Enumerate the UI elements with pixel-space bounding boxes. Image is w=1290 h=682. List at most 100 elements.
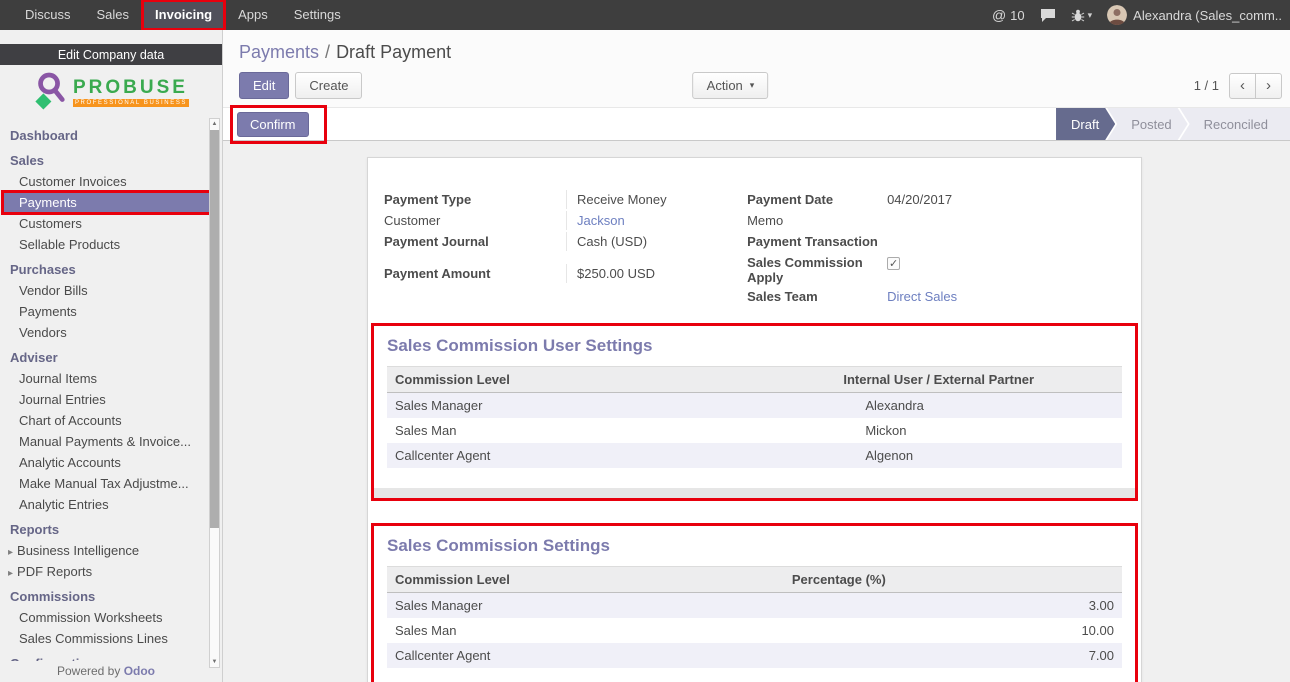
sidebar-item-customer-invoices[interactable]: Customer Invoices [0,171,222,192]
section-title-user-settings: Sales Commission User Settings [387,336,1122,356]
sidebar-item-payments[interactable]: Payments [3,192,210,213]
cell-user: Alexandra [835,393,1122,419]
sidebar-item-analytic-entries[interactable]: Analytic Entries [0,494,222,515]
sidebar-item-purchase-payments[interactable]: Payments [0,301,222,322]
logo-text: PROBUSE PROFESSIONAL BUSINESS [73,78,189,107]
powered-by: Powered by Odoo [0,661,212,682]
table-row-callcenter-agent[interactable]: Callcenter Agent Algenon [387,443,1122,468]
sidebar-item-business-intelligence[interactable]: ▸Business Intelligence [0,540,222,561]
section-title-commission-settings: Sales Commission Settings [387,536,1122,556]
table-row-sales-manager[interactable]: Sales Manager Alexandra [387,393,1122,419]
payment-journal-value: Cash (USD) [566,232,729,251]
powered-by-text: Powered by [57,664,120,678]
payment-date-value: 04/20/2017 [887,190,1125,209]
mention-icon: @ [992,7,1006,23]
user-menu[interactable]: Alexandra (Sales_comm.. [1107,5,1282,25]
cell-percentage: 7.00 [784,643,1122,668]
table-row-sales-manager[interactable]: Sales Manager 3.00 [387,593,1122,619]
notifications-button[interactable]: @ 10 [992,7,1025,23]
sales-team-link[interactable]: Direct Sales [887,289,957,304]
status-steps: Draft Posted Reconciled [1056,108,1290,140]
sidebar-item-vendor-bills[interactable]: Vendor Bills [0,280,222,301]
scrollbar-thumb[interactable] [210,130,219,528]
odoo-link[interactable]: Odoo [124,664,155,678]
payment-type-value: Receive Money [566,190,729,209]
sidebar-heading-commissions[interactable]: Commissions [0,586,222,607]
sidebar-scrollbar[interactable]: ▲ ▼ [209,118,220,668]
sidebar-item-chart-of-accounts[interactable]: Chart of Accounts [0,410,222,431]
sales-commission-apply-checkbox[interactable]: ✓ [887,257,900,270]
field-payment-type: Payment Type Receive Money [384,190,729,211]
list-footer-strip [374,488,1135,498]
sidebar-heading-adviser[interactable]: Adviser [0,347,222,368]
sidebar-item-journal-entries[interactable]: Journal Entries [0,389,222,410]
company-logo[interactable]: PROBUSE PROFESSIONAL BUSINESS [0,65,222,119]
sidebar-item-make-manual-tax-adjustment[interactable]: Make Manual Tax Adjustme... [0,473,222,494]
sidebar-item-journal-items[interactable]: Journal Items [0,368,222,389]
debug-menu-button[interactable]: ▾ [1071,9,1093,22]
breadcrumb-current: Draft Payment [336,42,451,62]
create-button[interactable]: Create [295,72,362,99]
sidebar-heading-sales[interactable]: Sales [0,150,222,171]
logo-subtitle: PROFESSIONAL BUSINESS [73,99,189,107]
sidebar-item-commission-worksheets[interactable]: Commission Worksheets [0,607,222,628]
column-header-internal-user[interactable]: Internal User / External Partner [835,367,1122,393]
nav-settings[interactable]: Settings [281,0,354,30]
payment-transaction-label: Payment Transaction [747,232,887,251]
sidebar-item-manual-payments-invoice[interactable]: Manual Payments & Invoice... [0,431,222,452]
sidebar-heading-reports[interactable]: Reports [0,519,222,540]
sidebar-item-analytic-accounts[interactable]: Analytic Accounts [0,452,222,473]
sidebar-item-customers[interactable]: Customers [0,213,222,234]
status-step-reconciled[interactable]: Reconciled [1180,108,1290,140]
status-step-posted[interactable]: Posted [1107,108,1187,140]
column-header-percentage[interactable]: Percentage (%) [784,567,1122,593]
breadcrumb-payments-link[interactable]: Payments [239,42,319,62]
commission-user-table: Commission Level Internal User / Externa… [387,366,1122,468]
table-row-sales-man[interactable]: Sales Man Mickon [387,418,1122,443]
sidebar-heading-dashboard[interactable]: Dashboard [0,125,222,146]
payment-form: Payment Type Receive Money Customer Jack… [384,190,1125,308]
payment-date-label: Payment Date [747,190,887,209]
table-row-sales-man[interactable]: Sales Man 10.00 [387,618,1122,643]
table-header-row: Commission Level Percentage (%) [387,567,1122,593]
status-bar: Confirm Draft Posted Reconciled [223,107,1290,141]
sidebar-heading-purchases[interactable]: Purchases [0,259,222,280]
field-sales-team: Sales Team Direct Sales [747,287,1125,308]
field-payment-transaction: Payment Transaction [747,232,1125,253]
scroll-down-arrow[interactable]: ▼ [210,657,219,667]
pager-value: 1 / 1 [1194,78,1219,93]
sidebar-item-vendors[interactable]: Vendors [0,322,222,343]
sales-commission-user-settings-section: Sales Commission User Settings Commissio… [371,323,1138,501]
cell-percentage: 10.00 [784,618,1122,643]
pager-previous-button[interactable]: ‹ [1229,73,1256,99]
table-row-callcenter-agent[interactable]: Callcenter Agent 7.00 [387,643,1122,668]
cell-commission-level: Sales Manager [387,593,784,619]
sales-commission-apply-label: Sales Commission Apply [747,253,887,287]
edit-company-data-button[interactable]: Edit Company data [0,44,222,65]
sidebar-item-sales-commissions-lines[interactable]: Sales Commissions Lines [0,628,222,649]
column-header-commission-level[interactable]: Commission Level [387,367,835,393]
cell-commission-level: Sales Man [387,418,835,443]
caret-down-icon: ▾ [1088,10,1093,21]
top-navbar: Discuss Sales Invoicing Apps Settings @ … [0,0,1290,30]
commission-percentage-table: Commission Level Percentage (%) Sales Ma… [387,566,1122,668]
edit-button[interactable]: Edit [239,72,289,99]
sidebar-item-pdf-reports[interactable]: ▸PDF Reports [0,561,222,582]
sidebar-menu: Dashboard Sales Customer Invoices Paymen… [0,119,222,674]
nav-invoicing[interactable]: Invoicing [142,0,225,30]
nav-discuss[interactable]: Discuss [12,0,84,30]
scroll-up-arrow[interactable]: ▲ [210,119,219,129]
confirm-button[interactable]: Confirm [237,112,309,137]
nav-apps[interactable]: Apps [225,0,281,30]
nav-sales[interactable]: Sales [84,0,143,30]
status-step-draft[interactable]: Draft [1056,108,1115,140]
customer-link[interactable]: Jackson [577,213,625,228]
sidebar-item-sellable-products[interactable]: Sellable Products [0,234,222,255]
messages-button[interactable] [1040,8,1056,23]
column-header-commission-level[interactable]: Commission Level [387,567,784,593]
notification-count: 10 [1010,8,1024,23]
pager-next-button[interactable]: › [1255,73,1282,99]
memo-label: Memo [747,211,887,230]
action-dropdown[interactable]: Action ▾ [693,72,769,99]
sidebar-item-label: Business Intelligence [17,543,139,558]
